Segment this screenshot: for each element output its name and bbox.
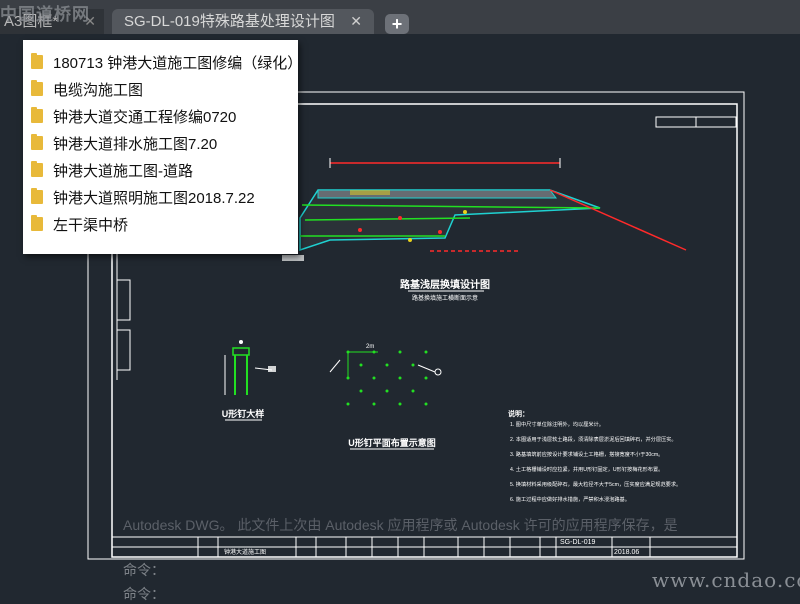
autodesk-save-message: Autodesk DWG。 此文件上次由 Autodesk 应用程序或 Auto… <box>123 517 678 533</box>
notes-title: 说明： <box>508 409 529 418</box>
folder-icon <box>31 107 43 123</box>
watermark-logo: 中国道桥网 <box>0 5 90 24</box>
dimension-label: 2m <box>366 344 374 350</box>
new-tab-button[interactable]: + <box>385 14 409 34</box>
folder-icon <box>31 53 43 69</box>
subgrade-section <box>282 158 687 261</box>
folder-icon <box>31 215 43 231</box>
section-subtitle: 路基换填施工横断面示意 <box>412 294 478 302</box>
list-item[interactable]: 钟港大道照明施工图2018.7.22 <box>23 183 298 210</box>
title-block-project: 钟港大道施工图 <box>224 548 266 556</box>
folder-icon <box>31 161 43 177</box>
title-block-sheet: SG-DL-019 <box>560 539 596 546</box>
list-item[interactable]: 钟港大道施工图-道路 <box>23 156 298 183</box>
title-block-date: 2018.06 <box>614 549 639 556</box>
tab-special-subgrade[interactable]: SG-DL-019特殊路基处理设计图 ✕ <box>112 9 374 34</box>
notes: 1. 图中尺寸单位除注明外，均以厘米计。 2. 本图适用于浅层软土路段，须清除表… <box>510 420 681 503</box>
note-line: 2. 本图适用于浅层软土路段，须清除表层淤泥后回填碎石，并分层压实。 <box>510 435 677 443</box>
folder-icon <box>31 80 43 96</box>
bind-label-box <box>116 329 131 371</box>
u-nail-title: U形钉大样 <box>222 408 265 419</box>
note-line: 4. 土工格栅铺设时应拉紧，并用U形钉固定，U形钉按梅花形布置。 <box>510 465 663 473</box>
site-watermark: www.cndao.com <box>652 568 800 592</box>
section-title: 路基浅层换填设计图 <box>400 278 490 291</box>
command-line[interactable]: 命令： <box>123 560 165 580</box>
note-line: 5. 换填材料采用级配碎石，最大粒径不大于5cm，压实度应满足规范要求。 <box>510 480 681 488</box>
command-line[interactable]: 命令： <box>123 584 165 604</box>
folder-icon <box>31 134 43 150</box>
close-icon[interactable]: ✕ <box>350 9 362 34</box>
tab-bar: A3图框* ✕ SG-DL-019特殊路基处理设计图 ✕ + 中国道桥网 <box>0 0 800 34</box>
title-block <box>111 536 738 558</box>
u-nail-detail <box>224 340 276 395</box>
list-item[interactable]: 钟港大道交通工程修编0720 <box>23 102 298 129</box>
list-item[interactable]: 180713 钟港大道施工图修编（绿化） <box>23 48 302 75</box>
note-line: 1. 图中尺寸单位除注明外，均以厘米计。 <box>510 420 604 428</box>
u-nail-plan-title: U形钉平面布置示意图 <box>348 437 436 448</box>
list-item[interactable]: 电缆沟施工图 <box>23 75 298 102</box>
tab-label: SG-DL-019特殊路基处理设计图 <box>124 13 335 30</box>
folder-icon <box>31 188 43 204</box>
u-nail-plan <box>329 350 442 406</box>
bind-label-box <box>116 279 131 321</box>
note-line: 6. 施工过程中应做好排水措施，严禁积水浸泡路基。 <box>510 495 630 503</box>
list-item[interactable]: 钟港大道排水施工图7.20 <box>23 129 298 156</box>
folder-popup-list: 180713 钟港大道施工图修编（绿化） 电缆沟施工图 钟港大道交通工程修编07… <box>23 40 302 254</box>
list-item[interactable]: 左干渠中桥 <box>23 210 298 237</box>
note-line: 3. 路基填筑前应按设计要求铺设土工格栅，搭接宽度不小于30cm。 <box>510 450 663 458</box>
